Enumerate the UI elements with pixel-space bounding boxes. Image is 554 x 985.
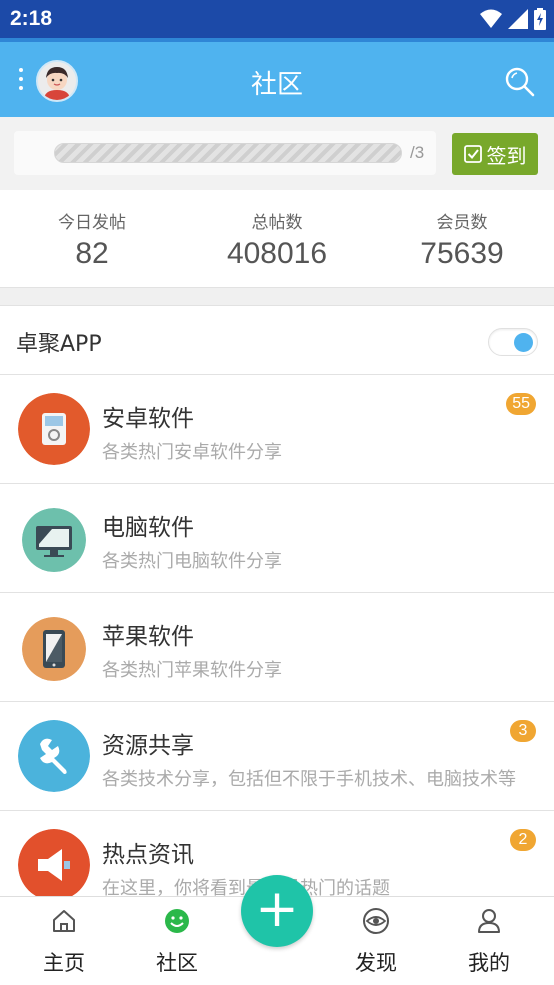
forum-description: 各类技术分享，包括但不限于手机技术、电脑技术等 [102,769,516,790]
forum-badge: 55 [506,393,536,415]
section-toggle[interactable] [488,328,538,356]
plus-icon: + [255,879,299,939]
forum-badge: 3 [510,720,536,742]
signal-icon [508,9,528,29]
signin-button-label: 签到 [486,143,527,168]
battery-icon [534,8,546,30]
forum-name: 苹果软件 [102,624,194,650]
section-divider [0,288,554,306]
person-icon [478,909,500,933]
tab-label: 社区 [156,951,198,975]
home-icon [53,910,75,932]
megaphone-icon [18,829,90,896]
app-bar: 社区 [0,38,554,117]
forum-name: 热点资讯 [102,842,194,868]
forum-name: 资源共享 [102,733,194,759]
toggle-knob [514,333,533,352]
wrench-icon [18,720,90,792]
tab-label: 我的 [468,951,510,975]
android-device-icon [18,393,90,465]
stat-total-posts: 总帖数 408016 [185,208,369,271]
status-time: 2:18 [10,7,53,30]
tab-label: 主页 [43,951,85,975]
forum-item-resources[interactable]: 资源共享 各类技术分享，包括但不限于手机技术、电脑技术等 3 [0,702,554,811]
forum-description: 各类热门苹果软件分享 [102,660,282,681]
tab-mine[interactable]: 我的 [433,897,545,985]
forum-description: 各类热门电脑软件分享 [102,551,282,572]
tab-label: 发现 [355,951,397,975]
forum-badge: 2 [510,829,536,851]
forum-description: 在这里，你将看到最新最热门的话题 [102,878,390,896]
forum-description: 各类热门安卓软件分享 [102,442,282,463]
wifi-icon [480,9,502,28]
section-title: 卓聚APP [16,332,102,357]
search-icon[interactable] [504,66,536,98]
stat-value: 75639 [420,237,504,270]
computer-monitor-icon [22,508,86,572]
stat-members: 会员数 75639 [370,208,554,271]
stat-value: 82 [75,237,109,270]
tab-home[interactable]: 主页 [8,897,120,985]
section-header[interactable]: 卓聚APP [0,306,554,375]
forum-name: 电脑软件 [102,515,194,541]
community-smile-icon [165,909,189,933]
forum-item-apple[interactable]: 苹果软件 各类热门苹果软件分享 [0,593,554,702]
tab-community[interactable]: 社区 [121,897,233,985]
stat-label: 今日发帖 [58,213,126,233]
stat-today-posts: 今日发帖 82 [0,208,184,271]
eye-icon [363,908,389,934]
add-post-button[interactable]: + [241,875,313,947]
status-bar: 2:18 [0,0,554,38]
stat-label: 会员数 [436,213,488,233]
signin-button[interactable]: 签到 [452,133,538,175]
signin-progress-bar [54,143,402,163]
stat-value: 408016 [226,237,328,270]
page-title: 社区 [250,70,303,100]
tab-discover[interactable]: 发现 [320,897,432,985]
phone-icon [22,617,86,681]
signin-row: /3 签到 [0,117,554,190]
forum-name: 安卓软件 [102,406,194,432]
forum-item-android[interactable]: 安卓软件 各类热门安卓软件分享 55 [0,375,554,484]
forum-item-pc[interactable]: 电脑软件 各类热门电脑软件分享 [0,484,554,593]
signin-progress-container: /3 [14,131,436,175]
status-icons [480,8,546,30]
signin-progress-fraction: /3 [410,143,425,162]
stat-label: 总帖数 [251,213,303,233]
forum-stats: 今日发帖 82 总帖数 408016 会员数 75639 [0,190,554,288]
checkbox-icon [463,145,482,163]
